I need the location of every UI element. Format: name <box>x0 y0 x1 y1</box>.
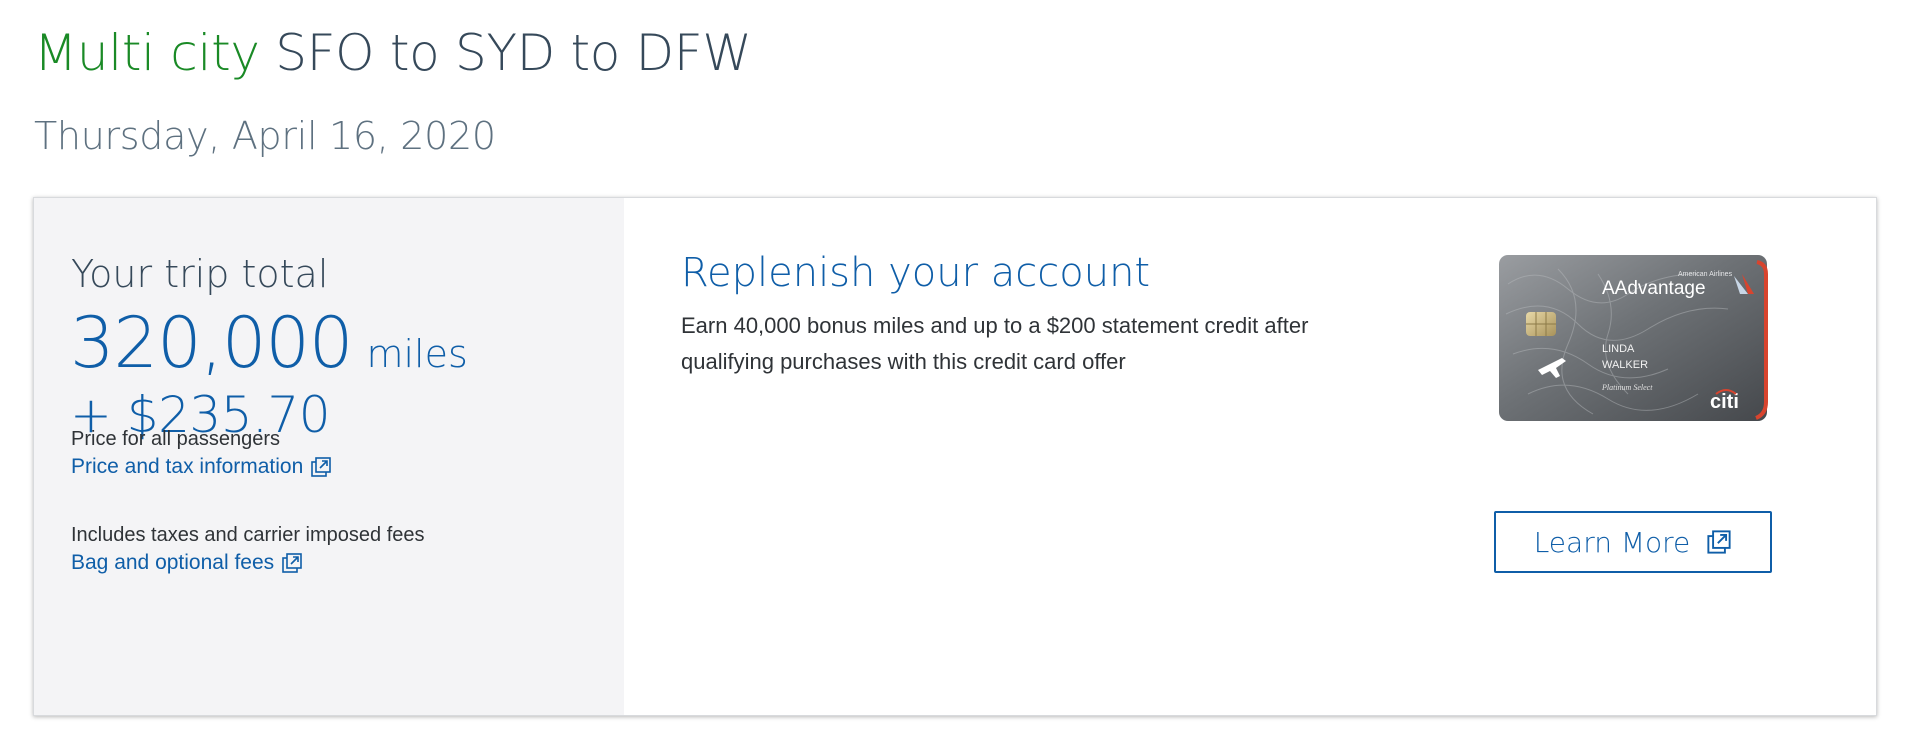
card-holder-last: WALKER <box>1602 359 1648 371</box>
card-holder-first: LINDA <box>1602 343 1635 355</box>
card-brand-text: AAdvantage <box>1602 278 1706 299</box>
external-link-icon <box>311 457 332 477</box>
page-title: Multi city SFO to SYD to DFW <box>34 18 752 88</box>
trip-route: SFO to SYD to DFW <box>275 24 752 82</box>
trip-summary-card: Your trip total 320,000 miles + $235.70 P… <box>33 197 1877 716</box>
promo-description: Earn 40,000 bonus miles and up to a $200… <box>681 313 1309 374</box>
card-product-text: Platinum Select <box>1601 383 1653 392</box>
bag-optional-fees-label: Bag and optional fees <box>71 551 275 574</box>
page-header: Multi city SFO to SYD to DFW Thursday, A… <box>34 18 752 164</box>
miles-unit: miles <box>366 332 468 376</box>
trip-type: Multi city <box>34 24 260 82</box>
trip-date: Thursday, April 16, 2020 <box>34 114 496 158</box>
card-airline-text: American Airlines <box>1678 271 1733 278</box>
citi-logo-text: citi <box>1710 391 1739 413</box>
miles-total: 320,000 miles <box>70 302 468 384</box>
external-link-icon <box>1707 530 1731 554</box>
bag-optional-fees-link[interactable]: Bag and optional fees <box>71 551 303 575</box>
miles-amount: 320,000 <box>70 302 353 384</box>
passengers-note: Price for all passengers <box>71 428 280 450</box>
fees-note: Includes taxes and carrier imposed fees <box>71 524 425 546</box>
learn-more-button[interactable]: Learn More <box>1494 511 1772 573</box>
price-tax-info-link[interactable]: Price and tax information <box>71 455 332 479</box>
promo-title: Replenish your account <box>681 250 1151 296</box>
trip-total-heading: Your trip total <box>71 252 329 296</box>
price-tax-info-label: Price and tax information <box>71 455 304 478</box>
trip-total-panel: Your trip total 320,000 miles + $235.70 P… <box>34 198 624 715</box>
credit-card-image: American Airlines AAdvantage LINDA WALKE… <box>1499 255 1768 421</box>
learn-more-label: Learn More <box>1533 525 1691 559</box>
external-link-icon <box>282 553 302 573</box>
